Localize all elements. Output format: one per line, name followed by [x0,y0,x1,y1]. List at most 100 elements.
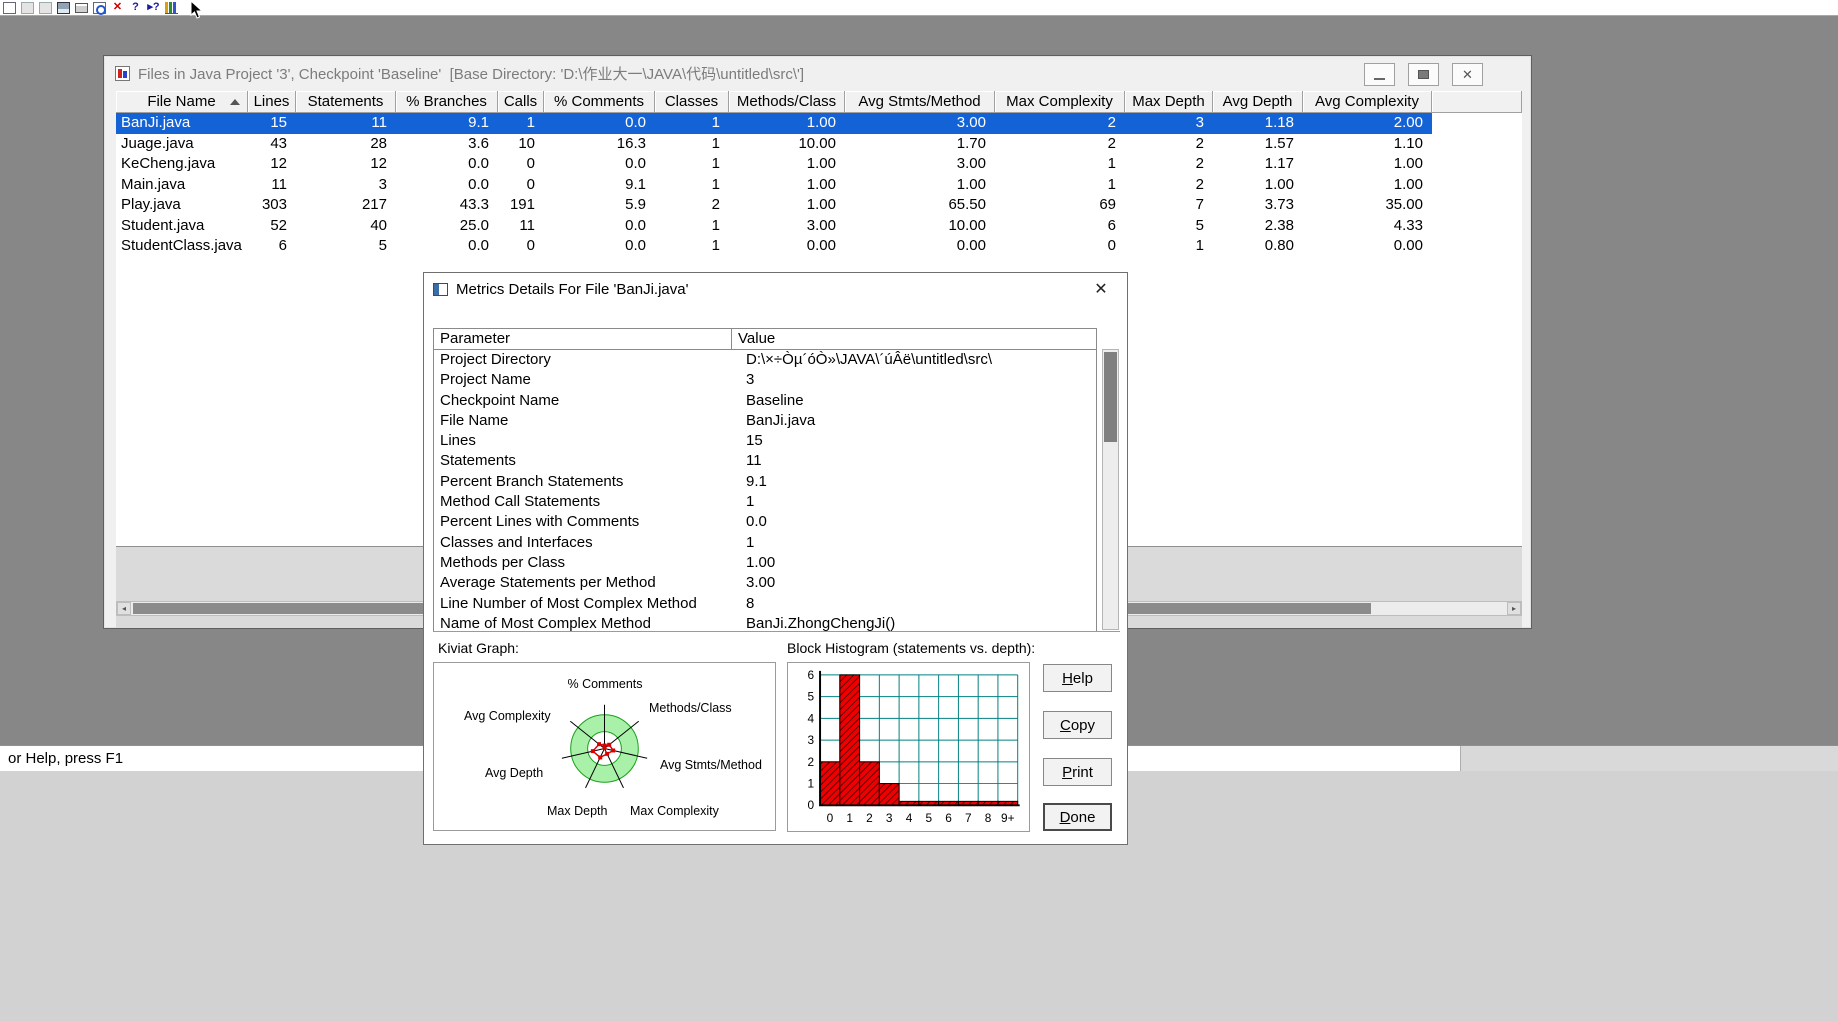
maximize-icon [1418,70,1429,79]
file-table-rows: BanJi.java 15 11 9.1 1 0.0 1 1.00 3.00 2 3 1.18 2.00… [116,113,1522,257]
column-header-avg-complexity[interactable]: Avg Complexity [1303,91,1432,113]
metric-cell: 1.00 [1264,175,1294,193]
param-name: Classes and Interfaces [440,533,593,551]
param-name: Project Directory [440,351,551,368]
print-icon[interactable] [75,2,88,13]
separator [433,631,1120,632]
column-header-file-name[interactable]: File Name [116,91,248,113]
dialog-titlebar[interactable]: Metrics Details For File 'BanJi.java' [424,273,1127,305]
metric-cell: 12 [370,155,387,172]
svg-text:6: 6 [808,668,815,682]
column-label: Statements [307,93,384,110]
metric-cell: 1.00 [806,196,836,213]
column-header-methods-class[interactable]: Methods/Class [729,91,845,113]
table-row[interactable]: BanJi.java 15 11 9.1 1 0.0 1 1.00 3.00 2 3 1.18 2.00 [116,113,1432,134]
svg-text:7: 7 [965,811,972,825]
histogram-bar [859,761,880,806]
column-header-calls[interactable]: Calls [498,91,544,113]
save-icon[interactable] [57,1,70,14]
param-row: Method Call Statements 1 [434,492,1096,512]
column-header-avg-stmts-method[interactable]: Avg Stmts/Method [845,91,995,113]
column-header-avg-depth[interactable]: Avg Depth [1213,91,1303,113]
close-button[interactable]: ✕ [1452,63,1483,86]
column-header---comments[interactable]: % Comments [544,91,655,113]
param-row: Project Directory D:\×÷Òµ´óÒ»\JAVA\´úÂë\u… [434,350,1096,370]
column-header-max-complexity[interactable]: Max Complexity [995,91,1125,113]
help-button[interactable]: Help [1043,664,1112,692]
column-label: Avg Depth [1222,93,1293,110]
column-header-statements[interactable]: Statements [296,91,396,113]
metric-cell: 1 [711,175,720,193]
column-header---branches[interactable]: % Branches [396,91,498,113]
main-window-titlebar[interactable]: Files in Java Project '3', Checkpoint 'B… [104,56,1531,91]
metric-cell: 43 [270,134,287,152]
metric-cell: 1.00 [806,175,836,193]
param-value: 0.0 [746,513,767,531]
table-row[interactable]: StudentClass.java 6 5 0.0 0 0.0 1 0.00 0.00 0 1 0.8… [116,236,1432,257]
param-value: 3.00 [746,574,776,592]
table-row[interactable]: Main.java 11 3 0.0 0 9.1 1 1.00 1.00 1 2 1.00 1.00 [116,174,1432,195]
metric-cell: 4.33 [1393,216,1423,234]
table-row[interactable]: Student.java 52 40 25.0 11 0.0 1 3.00 10.00 6 5 2.3… [116,215,1432,236]
column-label: % Branches [406,93,487,110]
maximize-button[interactable] [1408,63,1439,86]
metric-cell: 3.00 [956,155,986,172]
back-icon[interactable] [21,1,34,14]
param-value: 1.00 [746,553,776,571]
dialog-scrollbar[interactable] [1102,349,1119,630]
context-help-icon[interactable]: ▸? [147,1,160,14]
metric-cell: 1.57 [1264,134,1294,152]
histogram-svg: 01234560 1 2 3 4 5 6 7 8 9+ [808,668,1020,825]
table-row[interactable]: Play.java 303 217 43.3 191 5.9 2 1.00 65.50 69 7 3.… [116,195,1432,216]
param-value: Baseline [746,391,804,409]
column-label: Calls [503,93,538,110]
forward-icon[interactable] [39,1,52,14]
done-button[interactable]: Done [1043,803,1112,831]
table-row[interactable]: KeCheng.java 12 12 0.0 0 0.0 1 1.00 3.00 1 2 1.17 1.… [116,154,1432,175]
kiviat-axis-label: Max Complexity [630,804,719,818]
column-label: Methods/Class [736,93,837,110]
column-header-filler [1432,91,1522,113]
histogram-bar [839,674,861,806]
new-file-icon[interactable] [3,1,16,14]
param-row: Methods per Class 1.00 [434,553,1096,573]
param-row: Statements 11 [434,451,1096,471]
metric-cell: 9.1 [468,114,489,131]
metric-cell: 3.00 [956,114,986,131]
chart-icon[interactable] [165,1,178,14]
file-table-header: File Name Lines Statements % Branches Calls%… [116,91,1522,113]
print-preview-icon[interactable] [93,1,106,15]
dialog-close-button[interactable]: ✕ [1085,276,1117,302]
minimize-button[interactable] [1364,63,1395,86]
column-header-lines[interactable]: Lines [248,91,296,113]
metric-cell: 2.38 [1264,216,1294,234]
column-label: Max Depth [1132,93,1205,110]
copy-button[interactable]: Copy [1043,711,1112,739]
minimize-icon [1374,78,1385,80]
column-label: Avg Stmts/Method [858,93,981,110]
vscroll-thumb[interactable] [1104,352,1117,442]
metric-cell: 3.6 [468,134,489,152]
delete-checkpoint-icon[interactable]: ✕ [111,1,124,14]
file-name-cell: BanJi.java [121,114,191,131]
column-header-max-depth[interactable]: Max Depth [1125,91,1213,113]
column-header-classes[interactable]: Classes [655,91,729,113]
status-right-pane [1460,746,1838,771]
metric-cell: 5.9 [625,196,646,213]
hscroll-right-arrow-icon[interactable]: ▸ [1507,602,1521,615]
param-value: BanJi.ZhongChengJi() [746,614,896,632]
param-row: Classes and Interfaces 1 [434,533,1096,553]
table-row[interactable]: Juage.java 43 28 3.6 10 16.3 1 10.00 1.70 2 2 1.57 1… [116,133,1432,154]
svg-text:2: 2 [808,755,815,769]
metric-cell: 0 [526,155,535,172]
about-help-icon[interactable]: ? [129,1,142,14]
kiviat-axis-label: Avg Stmts/Method [660,758,762,772]
file-name-cell: Play.java [121,196,181,213]
param-name: Percent Lines with Comments [440,513,640,531]
param-value: 3 [746,371,755,389]
hscroll-left-arrow-icon[interactable]: ◂ [117,602,131,615]
param-value: 1 [746,533,755,551]
print-button[interactable]: Print [1043,758,1112,786]
param-value: 8 [746,594,755,612]
metric-cell: 1 [711,114,720,131]
